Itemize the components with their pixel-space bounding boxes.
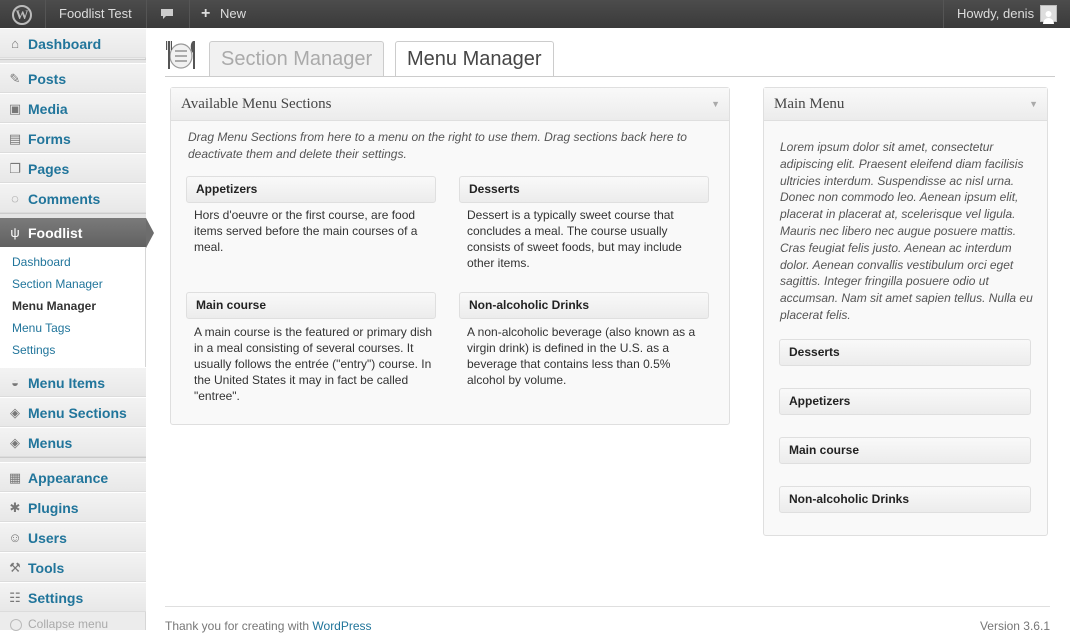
collapse-icon [10, 618, 22, 631]
menu-section-desserts[interactable]: Desserts [779, 339, 1031, 366]
sidebar-item-forms[interactable]: ▤ Forms [0, 123, 146, 153]
tab-section-manager[interactable]: Section Manager [209, 41, 385, 76]
sidebar-item-plugins[interactable]: ✱ Plugins [0, 492, 146, 522]
section-description: A non-alcoholic beverage (also known as … [467, 325, 696, 387]
submenu-menu-manager[interactable]: Menu Manager [12, 299, 96, 313]
pushpin-icon: ✎ [9, 71, 21, 86]
howdy-user[interactable]: Howdy, denis [957, 0, 1034, 28]
section-widget-main-course[interactable]: Main course [186, 292, 436, 319]
wordpress-link[interactable]: WordPress [312, 619, 371, 633]
collapse-arrow-icon[interactable]: ▼ [711, 88, 720, 121]
sidebar-item-label: Settings [28, 590, 84, 606]
postbox-title: Available Menu Sections [181, 96, 332, 112]
divider [146, 0, 147, 28]
footer-thanks-text: Thank you for creating with [165, 619, 313, 633]
admin-bar: W Foodlist Test + New Howdy, denis [0, 0, 1070, 28]
sidebar-item-label: Menus [28, 435, 73, 451]
sidebar-item-dashboard[interactable]: ⌂ Dashboard [0, 28, 146, 58]
avatar[interactable] [1040, 5, 1057, 24]
submenu-section-manager[interactable]: Section Manager [12, 277, 103, 291]
sidebar-item-users[interactable]: ☺ Users [0, 522, 146, 552]
sidebar-item-label: Tools [28, 560, 65, 576]
sidebar-item-menus[interactable]: ◈ Menus [0, 427, 146, 457]
menu-section-appetizers[interactable]: Appetizers [779, 388, 1031, 415]
sidebar-item-label: Posts [28, 71, 67, 87]
sidebar-item-label: Dashboard [28, 36, 102, 52]
available-description: Drag Menu Sections from here to a menu o… [188, 130, 687, 161]
fork-knife-icon: ψ [10, 225, 20, 240]
bowl-icon: ◒ [11, 375, 19, 390]
sidebar-item-label: Users [28, 530, 67, 546]
new-content-link[interactable]: New [220, 0, 246, 28]
media-icon: ▣ [8, 101, 22, 116]
users-icon: ☺ [8, 530, 22, 545]
menu-section-non-alcoholic-drinks[interactable]: Non-alcoholic Drinks [779, 486, 1031, 513]
sidebar-item-menu-sections[interactable]: ◈ Menu Sections [0, 397, 146, 427]
section-icon: ◈ [10, 405, 20, 420]
current-arrow-icon [146, 218, 154, 248]
collapse-menu-button[interactable]: Collapse menu [10, 617, 108, 631]
tab-underline [165, 76, 1055, 77]
plus-icon[interactable]: + [201, 0, 210, 28]
collapse-label: Collapse menu [28, 617, 109, 631]
sidebar-item-label: Plugins [28, 500, 79, 516]
forms-icon: ▤ [8, 131, 22, 146]
submenu-dashboard[interactable]: Dashboard [12, 255, 71, 269]
available-menu-sections-box: Available Menu Sections ▼ Drag Menu Sect… [170, 87, 730, 425]
wordpress-logo-icon[interactable]: W [12, 5, 32, 25]
sidebar-item-posts[interactable]: ✎ Posts [0, 63, 146, 93]
footer-version: Version 3.6.1 [979, 619, 1050, 633]
postbox-title: Main Menu [774, 96, 845, 112]
sidebar-item-label: Menu Sections [28, 405, 127, 421]
menu-section-main-course[interactable]: Main course [779, 437, 1031, 464]
divider [45, 0, 46, 28]
main-menu-description: Lorem ipsum dolor sit amet, consectetur … [780, 140, 1033, 322]
appearance-icon: ▦ [8, 470, 22, 485]
foodlist-submenu: Dashboard Section Manager Menu Manager M… [0, 247, 146, 367]
divider [189, 0, 190, 28]
sidebar-item-label: Appearance [28, 470, 109, 486]
sidebar-item-appearance[interactable]: ▦ Appearance [0, 462, 146, 492]
main-menu-box: Main Menu ▼ Lorem ipsum dolor sit amet, … [763, 87, 1048, 536]
sidebar-item-media[interactable]: ▣ Media [0, 93, 146, 123]
sidebar-item-label: Foodlist [28, 225, 83, 241]
comments-bubble-icon[interactable] [159, 0, 175, 28]
sidebar-item-label: Pages [28, 161, 70, 177]
sidebar-item-comments[interactable]: ◌ Comments [0, 183, 146, 213]
section-description: Hors d'oeuvre or the first course, are f… [194, 208, 418, 254]
sidebar-item-settings[interactable]: ☷ Settings [0, 582, 146, 612]
sidebar-item-label: Comments [28, 191, 101, 207]
sidebar-item-foodlist[interactable]: ψ Foodlist [0, 218, 154, 248]
submenu-settings[interactable]: Settings [12, 343, 55, 357]
sidebar-item-pages[interactable]: ❐ Pages [0, 153, 146, 183]
comments-icon: ◌ [11, 191, 19, 206]
footer: Thank you for creating with WordPress Ve… [165, 606, 1050, 633]
pages-icon: ❐ [9, 161, 21, 176]
postbox-header[interactable]: Main Menu ▼ [764, 88, 1047, 121]
settings-icon: ☷ [9, 590, 21, 605]
sidebar-item-label: Menu Items [28, 375, 106, 391]
footer-thanks: Thank you for creating with WordPress [165, 619, 372, 633]
menu-icon: ◈ [10, 435, 20, 450]
plugin-icon: ✱ [9, 500, 21, 515]
sidebar-item-tools[interactable]: ⚒ Tools [0, 552, 146, 582]
section-description: A main course is the featured or primary… [194, 325, 433, 403]
section-widget-non-alcoholic-drinks[interactable]: Non-alcoholic Drinks [459, 292, 709, 319]
sidebar-lower: ◒ Menu Items ◈ Menu Sections ◈ Menus ▦ A… [0, 367, 146, 631]
section-description: Dessert is a typically sweet course that… [467, 208, 682, 270]
tab-menu-manager[interactable]: Menu Manager [395, 41, 554, 77]
dashboard-icon: ⌂ [11, 36, 19, 51]
postbox-header[interactable]: Available Menu Sections ▼ [171, 88, 729, 121]
collapse-arrow-icon[interactable]: ▼ [1029, 88, 1038, 121]
sidebar-item-menu-items[interactable]: ◒ Menu Items [0, 367, 146, 397]
divider [943, 0, 944, 28]
section-widget-appetizers[interactable]: Appetizers [186, 176, 436, 203]
sidebar-item-label: Forms [28, 131, 71, 147]
tools-icon: ⚒ [9, 560, 21, 575]
site-name-link[interactable]: Foodlist Test [59, 0, 132, 28]
sidebar-item-label: Media [28, 101, 68, 117]
foodlist-fork-knife-icon [165, 38, 197, 72]
section-widget-desserts[interactable]: Desserts [459, 176, 709, 203]
submenu-menu-tags[interactable]: Menu Tags [12, 321, 70, 335]
